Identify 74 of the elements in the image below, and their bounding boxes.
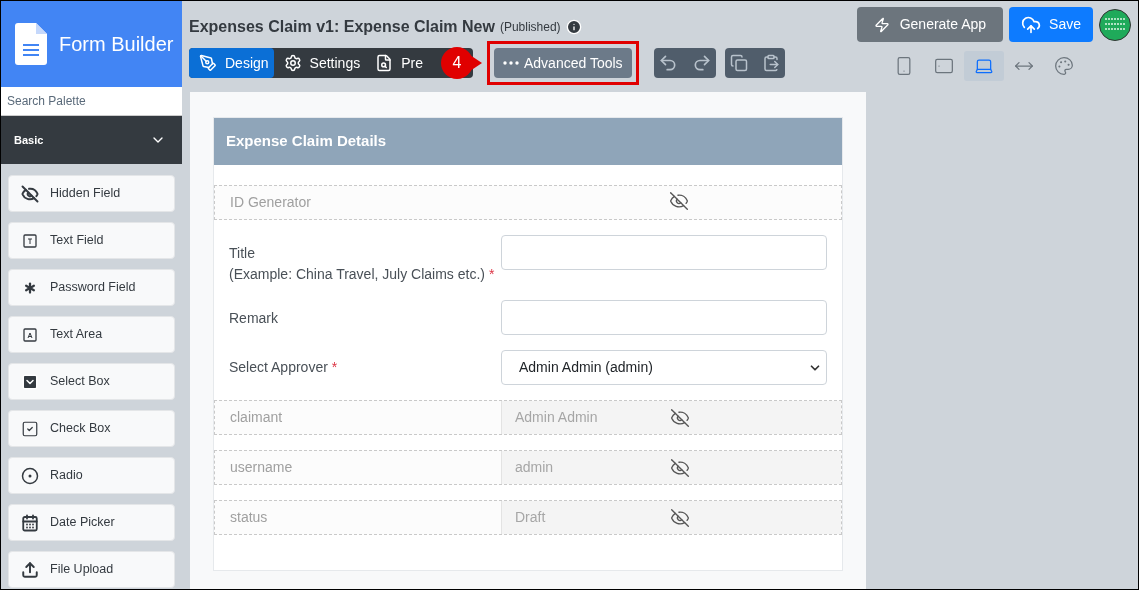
- palette-item-label: Date Picker: [50, 514, 115, 532]
- settings-icon: [283, 54, 302, 72]
- palette-item[interactable]: Password Field: [8, 269, 175, 306]
- palette-item-label: Text Field: [50, 232, 104, 250]
- section-header: Expense Claim Details: [214, 118, 842, 165]
- palette-item-label: Check Box: [50, 420, 111, 438]
- save-button[interactable]: Save: [1009, 7, 1093, 42]
- field-value: Draft: [515, 508, 547, 527]
- document-search-icon: [375, 54, 394, 72]
- palette-item-label: Hidden Field: [50, 185, 121, 203]
- tablet-icon: [934, 56, 954, 76]
- eye-off-icon: [21, 184, 39, 203]
- dropdown-icon: [21, 372, 39, 391]
- field-label: username: [229, 458, 294, 477]
- text-input[interactable]: [501, 235, 827, 270]
- search-field[interactable]: Search Palette: [1, 87, 182, 116]
- tab[interactable]: Settings: [273, 48, 366, 78]
- palette-item[interactable]: Hidden Field: [8, 175, 175, 212]
- radio-icon: [21, 466, 39, 485]
- required-mark: *: [488, 266, 495, 282]
- lightning-icon: [873, 16, 890, 33]
- field-hint: (Example: China Travel, July Claims etc.): [229, 266, 485, 282]
- palette-item[interactable]: File Upload: [8, 551, 175, 588]
- palette-item-label: Text Area: [50, 326, 103, 344]
- text-box-icon: [23, 327, 37, 342]
- advanced-tools-button[interactable]: Advanced Tools: [494, 48, 632, 78]
- cloud-upload-icon: [1021, 14, 1042, 35]
- palette-item[interactable]: Text Field: [8, 222, 175, 259]
- dots-icon: [503, 61, 519, 65]
- view-mode-toggle[interactable]: [964, 51, 1004, 81]
- field-label: Select Approver: [229, 359, 328, 375]
- palette-item[interactable]: Select Box: [8, 363, 175, 400]
- field-label: ID Generator: [229, 193, 312, 212]
- palette-item-label: Select Box: [50, 373, 110, 391]
- field-label: Title: [229, 245, 255, 261]
- paste-icon[interactable]: [761, 54, 780, 72]
- palette-item[interactable]: Text Area: [8, 316, 175, 353]
- eye-off-icon: [670, 507, 690, 528]
- upload-icon: [21, 560, 39, 579]
- checkbox-icon: [21, 419, 39, 438]
- palette-item[interactable]: Date Picker: [8, 504, 175, 541]
- status-label: (Published): [499, 19, 561, 36]
- eye-off-icon: [670, 407, 690, 428]
- calendar-icon: [21, 513, 39, 532]
- eye-off-icon: [670, 457, 690, 478]
- palette-item[interactable]: Radio: [8, 457, 175, 494]
- callout-arrow-icon: [470, 55, 482, 71]
- copy-icon[interactable]: [729, 54, 748, 72]
- generate-app-button[interactable]: Generate App: [856, 7, 1004, 42]
- avatar-icon[interactable]: [1099, 8, 1131, 41]
- palette-item-label: File Upload: [50, 561, 114, 579]
- info-icon: [565, 19, 582, 35]
- form-title: Expenses Claim v1: Expense Claim New: [189, 17, 495, 37]
- eye-off-icon: [669, 190, 689, 211]
- select-field[interactable]: Admin Admin (admin): [501, 350, 827, 385]
- text-input[interactable]: [501, 300, 827, 335]
- pen-icon: [199, 54, 217, 72]
- app-title: Form Builder: [59, 32, 174, 57]
- tab[interactable]: Pre: [365, 48, 428, 78]
- field-value: Admin Admin: [515, 408, 599, 427]
- field-label: claimant: [229, 408, 284, 427]
- required-mark: *: [331, 359, 338, 375]
- palette-icon: [1054, 56, 1074, 76]
- palette-item-label: Radio: [50, 467, 83, 485]
- palette-item[interactable]: Check Box: [8, 410, 175, 447]
- undo-icon[interactable]: [657, 53, 678, 73]
- tab[interactable]: Design: [189, 48, 274, 78]
- palette-group-header[interactable]: Basic: [1, 116, 182, 164]
- field-label: Remark: [229, 310, 278, 326]
- field-value: admin: [515, 458, 555, 477]
- text-box-icon: [23, 233, 37, 248]
- document-icon: [15, 23, 47, 65]
- field-label: status: [229, 508, 269, 527]
- palette-item-label: Password Field: [50, 279, 136, 297]
